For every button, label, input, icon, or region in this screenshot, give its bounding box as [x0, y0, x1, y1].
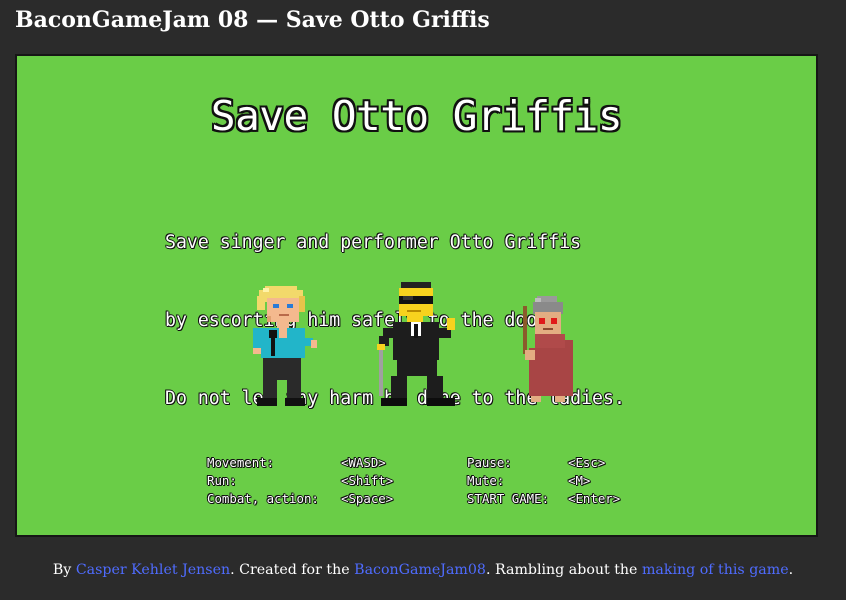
- footer: By Casper Kehlet Jensen. Created for the…: [0, 559, 846, 581]
- controls-left: Movement: <WASD> Run: <Shift> Combat, ac…: [207, 454, 427, 508]
- control-label: START GAME:: [467, 491, 550, 506]
- control-label: Pause:: [467, 455, 512, 470]
- singer-sprite: [253, 286, 317, 406]
- control-row: Pause: <Esc>: [467, 454, 667, 472]
- controls-right: Pause: <Esc> Mute: <M> START GAME: <Ente…: [467, 454, 667, 508]
- footer-end: .: [788, 562, 794, 578]
- control-label: Mute:: [467, 473, 505, 488]
- jam-link[interactable]: BaconGameJam08: [354, 562, 486, 578]
- footer-created: . Created for the: [230, 562, 355, 578]
- control-row: Movement: <WASD>: [207, 454, 427, 472]
- old-lady-sprite: [523, 296, 573, 402]
- footer-rambling: . Rambling about the: [485, 562, 642, 578]
- control-key: <WASD>: [341, 455, 386, 470]
- control-row: Mute: <M>: [467, 472, 667, 490]
- control-key: <Enter>: [568, 491, 621, 506]
- author-link[interactable]: Casper Kehlet Jensen: [76, 562, 230, 578]
- control-label: Run:: [207, 473, 237, 488]
- control-key: <Esc>: [568, 455, 606, 470]
- control-key: <Shift>: [341, 473, 394, 488]
- control-label: Movement:: [207, 455, 275, 470]
- control-row: Run: <Shift>: [207, 472, 427, 490]
- control-key: <M>: [568, 473, 591, 488]
- footer-by: By: [52, 562, 76, 578]
- page-title: BaconGameJam 08 — Save Otto Griffis: [15, 7, 490, 33]
- control-row: START GAME: <Enter>: [467, 490, 667, 508]
- game-title: Save Otto Griffis: [210, 92, 623, 140]
- bodyguard-sprite: [377, 282, 455, 406]
- control-key: <Space>: [341, 491, 394, 506]
- control-row: Combat, action: <Space>: [207, 490, 427, 508]
- game-canvas[interactable]: Save Otto Griffis Save singer and perfor…: [15, 54, 818, 537]
- making-of-link[interactable]: making of this game: [642, 562, 789, 578]
- control-label: Combat, action:: [207, 491, 319, 506]
- intro-line: Save singer and performer Otto Griffis: [165, 232, 582, 253]
